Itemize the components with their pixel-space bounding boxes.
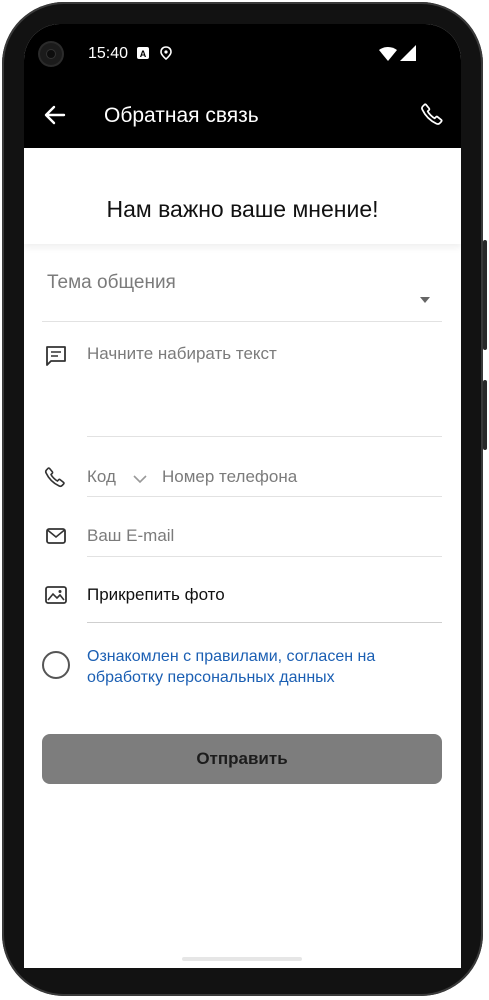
- page-title: Обратная связь: [104, 104, 259, 127]
- phone-number-input[interactable]: Номер телефона: [162, 462, 442, 492]
- phone-icon[interactable]: [419, 101, 445, 127]
- text-icon: A: [137, 47, 149, 62]
- screen: 15:40 A Обратная связь Нам важно ваше мн…: [24, 24, 461, 968]
- photo-icon: [44, 583, 68, 607]
- volume-button: [483, 240, 487, 350]
- email-input[interactable]: Ваш E-mail: [87, 521, 442, 551]
- divider: [87, 436, 442, 437]
- dropdown-arrow-icon: [420, 290, 430, 308]
- submit-button[interactable]: Отправить: [42, 734, 442, 784]
- location-icon: [160, 46, 172, 63]
- attach-photo-label: Прикрепить фото: [87, 585, 225, 604]
- message-input[interactable]: Начните набирать текст: [87, 340, 442, 436]
- topic-placeholder: Тема общения: [47, 272, 176, 293]
- header-title: Нам важно ваше мнение!: [106, 196, 379, 222]
- email-placeholder: Ваш E-mail: [87, 526, 175, 545]
- power-button: [483, 380, 487, 450]
- clock: 15:40: [88, 45, 129, 62]
- mail-icon: [44, 524, 68, 548]
- phone-number-placeholder: Номер телефона: [162, 467, 298, 486]
- signal-icon: [400, 45, 416, 66]
- home-indicator[interactable]: [182, 957, 302, 961]
- divider: [87, 622, 442, 623]
- header-card: Нам важно ваше мнение!: [24, 148, 461, 244]
- chevron-down-icon: [133, 471, 147, 489]
- phone-field-icon: [43, 465, 67, 489]
- back-arrow-icon[interactable]: [42, 102, 68, 128]
- attach-photo-button[interactable]: Прикрепить фото: [87, 580, 442, 610]
- status-bar: 15:40 A: [24, 24, 461, 86]
- wifi-icon: [379, 47, 397, 66]
- consent-link[interactable]: Ознакомлен с правилами, согласен на обра…: [87, 646, 427, 688]
- divider: [87, 556, 442, 557]
- divider: [42, 321, 442, 322]
- consent-checkbox[interactable]: [42, 651, 70, 679]
- camera-icon: [40, 43, 62, 65]
- phone-code-select[interactable]: Код: [87, 462, 153, 492]
- topic-dropdown[interactable]: Тема общения: [42, 262, 442, 322]
- message-placeholder: Начните набирать текст: [87, 344, 277, 363]
- divider: [87, 496, 442, 497]
- message-icon: [44, 344, 68, 368]
- phone-code-placeholder: Код: [87, 467, 116, 486]
- svg-text:A: A: [140, 49, 147, 59]
- app-bar: Обратная связь: [24, 86, 461, 148]
